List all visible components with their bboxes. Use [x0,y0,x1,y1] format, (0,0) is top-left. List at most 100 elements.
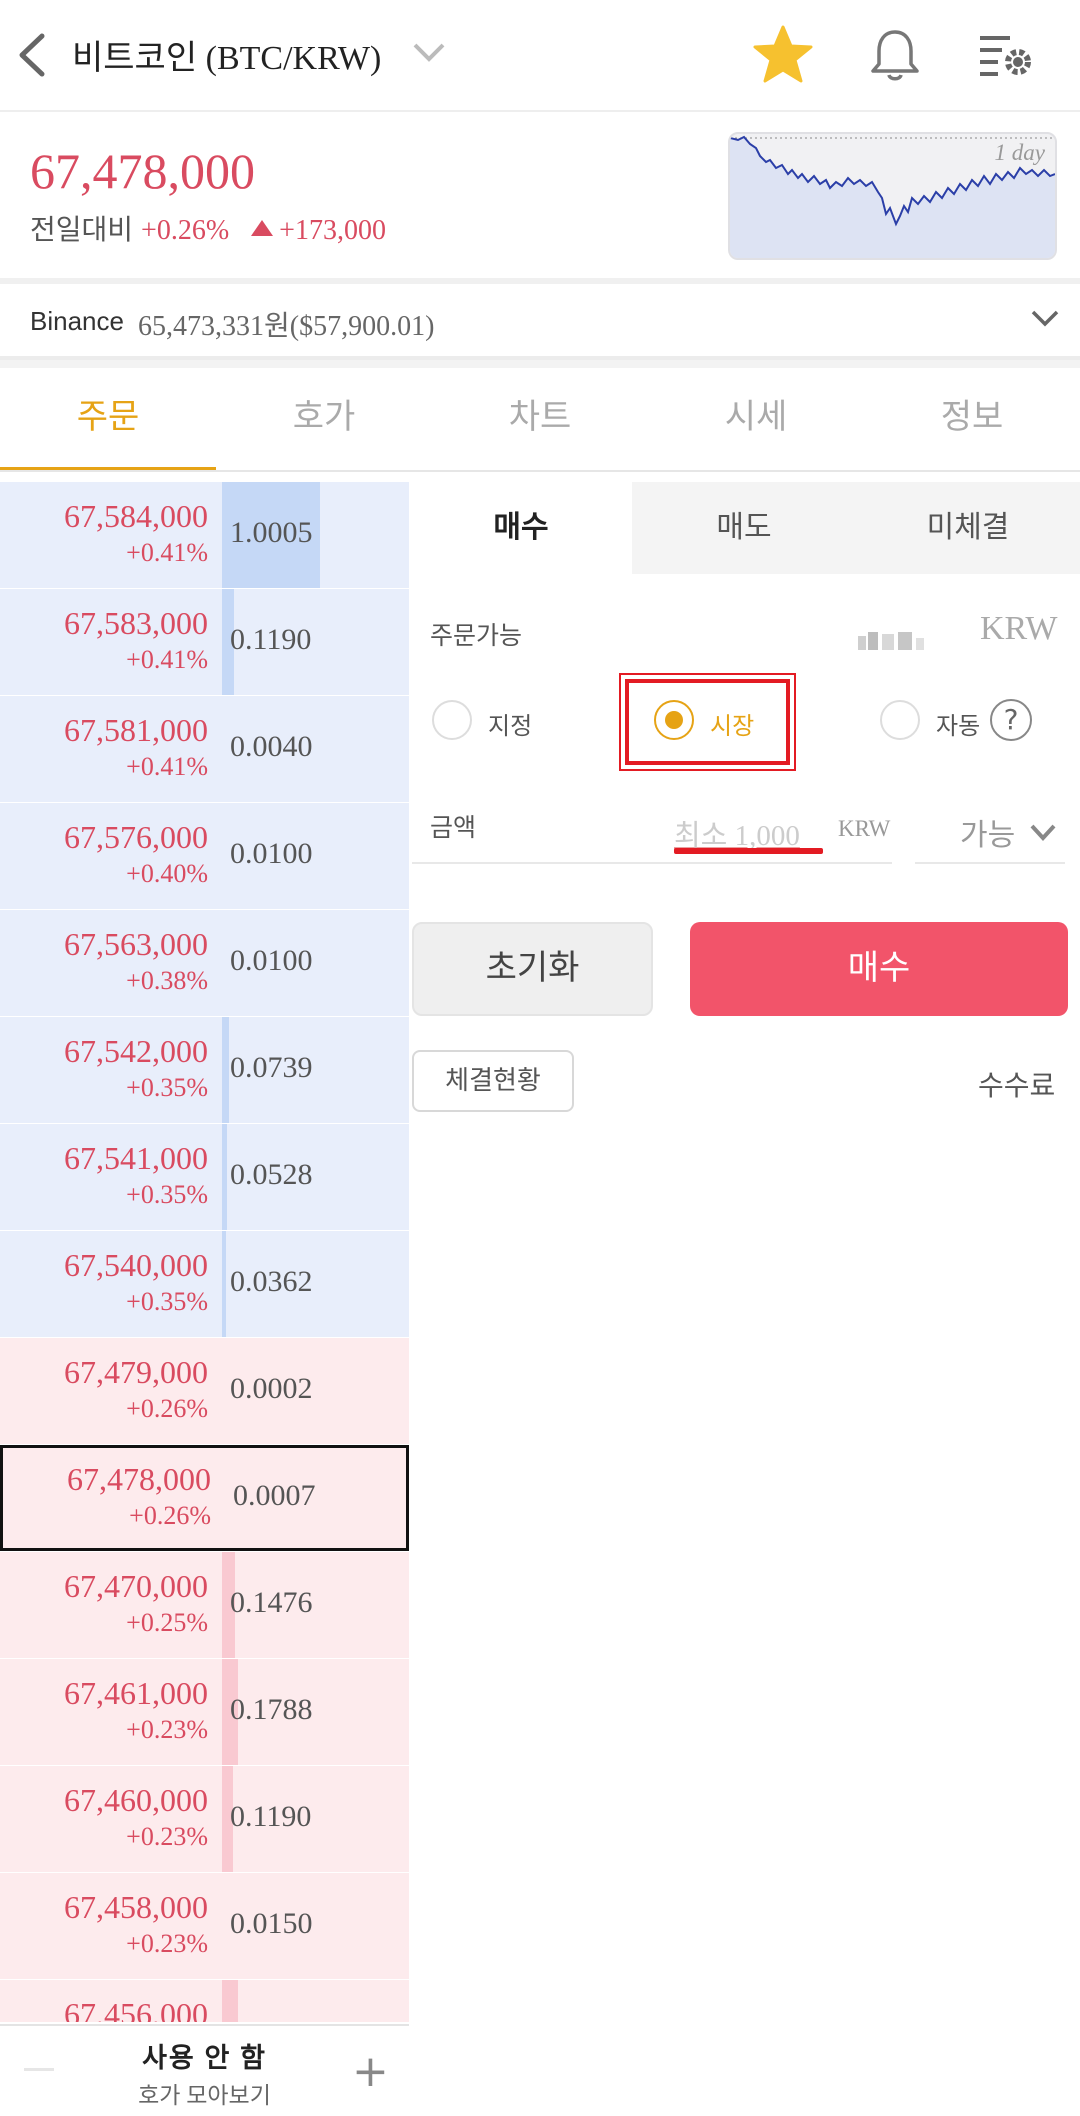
bid-row[interactable]: 67,470,000 +0.25% 0.1476 [0,1552,409,1659]
volume-bar [222,1017,229,1123]
bid-row[interactable]: 67,461,000 +0.23% 0.1788 [0,1659,409,1766]
bid-price: 67,460,000 [64,1782,208,1818]
bid-price: 67,458,000 [64,1889,208,1925]
ask-percent: +0.35% [126,1180,208,1209]
bid-quantity: 0.0150 [230,1907,313,1940]
ask-quantity: 0.0528 [230,1158,313,1191]
chevron-down-icon[interactable] [1028,820,1058,844]
back-arrow-icon[interactable] [14,30,54,80]
ask-row[interactable]: 67,541,000 +0.35% 0.0528 [0,1124,409,1231]
ask-quantity: 0.1190 [230,623,312,656]
bid-row[interactable]: 67,456,000 [0,1980,409,2022]
fee-link[interactable]: 수수료 [978,1064,1055,1104]
ask-price: 67,584,000 [64,498,208,534]
mini-chart[interactable]: 1 day [728,132,1057,260]
radio-market-label: 시장 [710,714,755,740]
bid-price: 67,478,000 [67,1461,211,1497]
bid-price: 67,470,000 [64,1568,208,1604]
tab-info[interactable]: 정보 [864,368,1080,468]
orderbook-grouping-bar: 사용 안 함 호가 모아보기 + [0,2024,409,2116]
ask-percent: +0.38% [126,966,208,995]
settings-icon[interactable] [974,24,1036,86]
chevron-down-icon[interactable] [1030,308,1060,330]
change-amount: +173,000 [279,215,386,246]
current-price: 67,478,000 [30,143,255,199]
grouping-value: 사용 안 함 [142,2043,267,2073]
ask-percent: +0.41% [126,538,208,567]
amount-label: 금액 [430,815,477,842]
change-label: 전일대비 [30,215,134,246]
ask-price: 67,542,000 [64,1033,208,1069]
tab-open-orders[interactable]: 미체결 [856,482,1080,574]
binance-price-row[interactable]: Binance 65,473,331원($57,900.01) [0,284,1080,360]
ask-price: 67,541,000 [64,1140,208,1176]
available-amount-masked [858,632,924,650]
radio-limit[interactable] [432,700,472,740]
buy-button[interactable]: 매수 [690,922,1068,1016]
ask-percent: +0.35% [126,1287,208,1316]
radio-market[interactable] [654,700,694,740]
amount-underline [412,862,892,864]
bid-row[interactable]: 67,458,000 +0.23% 0.0150 [0,1873,409,1980]
order-book: 67,584,000 +0.41% 1.0005 67,583,000 +0.4… [0,482,409,2022]
possible-dropdown[interactable]: 가능 [960,810,1015,854]
ask-quantity: 1.0005 [230,516,313,549]
star-icon[interactable] [752,24,814,86]
tab-orderbook[interactable]: 호가 [216,368,432,468]
ask-percent: +0.41% [126,645,208,674]
executions-button[interactable]: 체결현황 [412,1050,574,1112]
tab-sell[interactable]: 매도 [632,482,856,574]
bid-price: 67,456,000 [64,1996,208,2022]
ask-price: 67,563,000 [64,926,208,962]
ask-row[interactable]: 67,581,000 +0.41% 0.0040 [0,696,409,803]
volume-bar [222,1124,227,1230]
bid-quantity: 0.0007 [233,1479,316,1512]
chevron-down-icon[interactable] [412,40,446,64]
ask-row[interactable]: 67,576,000 +0.40% 0.0100 [0,803,409,910]
ask-quantity: 0.0362 [230,1265,313,1298]
bid-percent: +0.23% [126,1929,208,1958]
ask-row[interactable]: 67,542,000 +0.35% 0.0739 [0,1017,409,1124]
sparkline-range: 1 day [994,140,1045,165]
ask-quantity: 0.0100 [230,837,313,870]
radio-auto[interactable] [880,700,920,740]
tab-chart[interactable]: 차트 [432,368,648,468]
bid-row[interactable]: 67,460,000 +0.23% 0.1190 [0,1766,409,1873]
plus-icon[interactable]: + [352,2046,389,2097]
tab-market[interactable]: 시세 [648,368,864,468]
tab-order[interactable]: 주문 [0,368,216,470]
order-panel: 매수 매도 미체결 주문가능 KRW 지정 시장 자동 ? 금액 최소 1,00… [410,482,1080,2114]
bid-quantity: 0.0002 [230,1372,313,1405]
question-icon[interactable]: ? [990,699,1032,741]
ask-quantity: 0.0100 [230,944,313,977]
possible-underline [915,862,1065,864]
ask-percent: +0.41% [126,752,208,781]
ask-row[interactable]: 67,563,000 +0.38% 0.0100 [0,910,409,1017]
ask-percent: +0.40% [126,859,208,888]
bell-icon[interactable] [864,24,926,86]
ask-quantity: 0.0739 [230,1051,313,1084]
divider [0,360,1080,368]
highlight-underline [674,848,823,854]
price-summary: 67,478,000 전일대비 +0.26% +173,000 1 day [0,112,1080,276]
ask-row[interactable]: 67,540,000 +0.35% 0.0362 [0,1231,409,1338]
tab-buy[interactable]: 매수 [410,482,632,574]
ask-row[interactable]: 67,583,000 +0.41% 0.1190 [0,589,409,696]
reset-button[interactable]: 초기화 [412,922,653,1016]
coin-title[interactable]: 비트코인 (BTC/KRW) [72,30,381,79]
available-label: 주문가능 [430,623,523,650]
ask-quantity: 0.0040 [230,730,313,763]
radio-auto-label: 자동 [936,714,981,740]
exchange-price: 65,473,331원($57,900.01) [138,311,435,342]
bid-percent: +0.26% [129,1501,211,1530]
grouping-label: 호가 모아보기 [138,2083,271,2108]
bid-percent: +0.25% [126,1608,208,1637]
ask-price: 67,540,000 [64,1247,208,1283]
current-price-row[interactable]: 67,478,000 +0.26% 0.0007 [0,1445,409,1551]
main-tabs: 주문 호가 차트 시세 정보 [0,368,1080,472]
ask-row[interactable]: 67,584,000 +0.41% 1.0005 [0,482,409,589]
available-currency: KRW [980,610,1058,647]
bid-row[interactable]: 67,479,000 +0.26% 0.0002 [0,1338,409,1445]
volume-bar [222,1980,238,2022]
bid-quantity: 0.1190 [230,1800,312,1833]
